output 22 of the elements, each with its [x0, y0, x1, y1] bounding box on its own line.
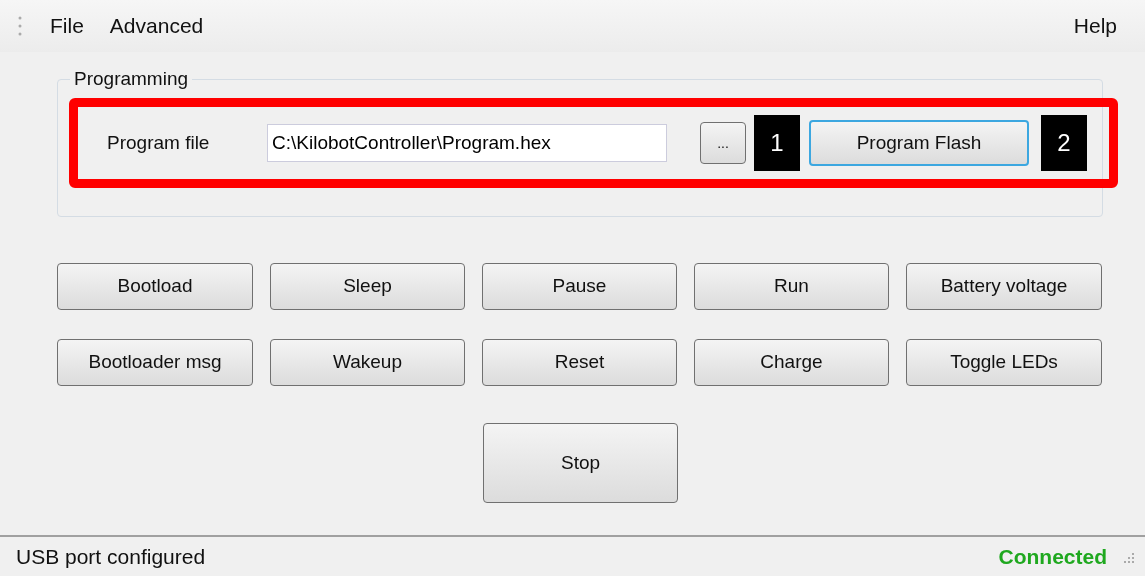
command-button[interactable]: Sleep	[270, 263, 465, 310]
command-button[interactable]: Run	[694, 263, 889, 310]
status-message: USB port configured	[16, 543, 206, 570]
menu-item[interactable]: Help	[1065, 10, 1135, 42]
command-button[interactable]: Charge	[694, 339, 889, 386]
command-button[interactable]: Pause	[482, 263, 677, 310]
menu-item[interactable]: Advanced	[101, 10, 222, 42]
field-label: Program file	[107, 130, 211, 155]
program-flash-button[interactable]: Program Flash	[809, 120, 1029, 166]
command-button[interactable]: Reset	[482, 339, 677, 386]
file-path-field[interactable]: C:\KilobotController\Program.hex	[267, 124, 667, 162]
command-button[interactable]: Bootloader msg	[57, 339, 253, 386]
command-button[interactable]: Battery voltage	[906, 263, 1102, 310]
command-button[interactable]: Toggle LEDs	[906, 339, 1102, 386]
stop-button[interactable]: Stop	[483, 423, 678, 503]
callout-number: 2	[1041, 115, 1087, 171]
command-button[interactable]: Wakeup	[270, 339, 465, 386]
command-button[interactable]: Bootload	[57, 263, 253, 310]
callout-number: 1	[754, 115, 800, 171]
menu-item[interactable]: File	[42, 10, 102, 42]
browse-button[interactable]: ...	[700, 122, 746, 164]
connection-status: Connected	[998, 543, 1107, 570]
